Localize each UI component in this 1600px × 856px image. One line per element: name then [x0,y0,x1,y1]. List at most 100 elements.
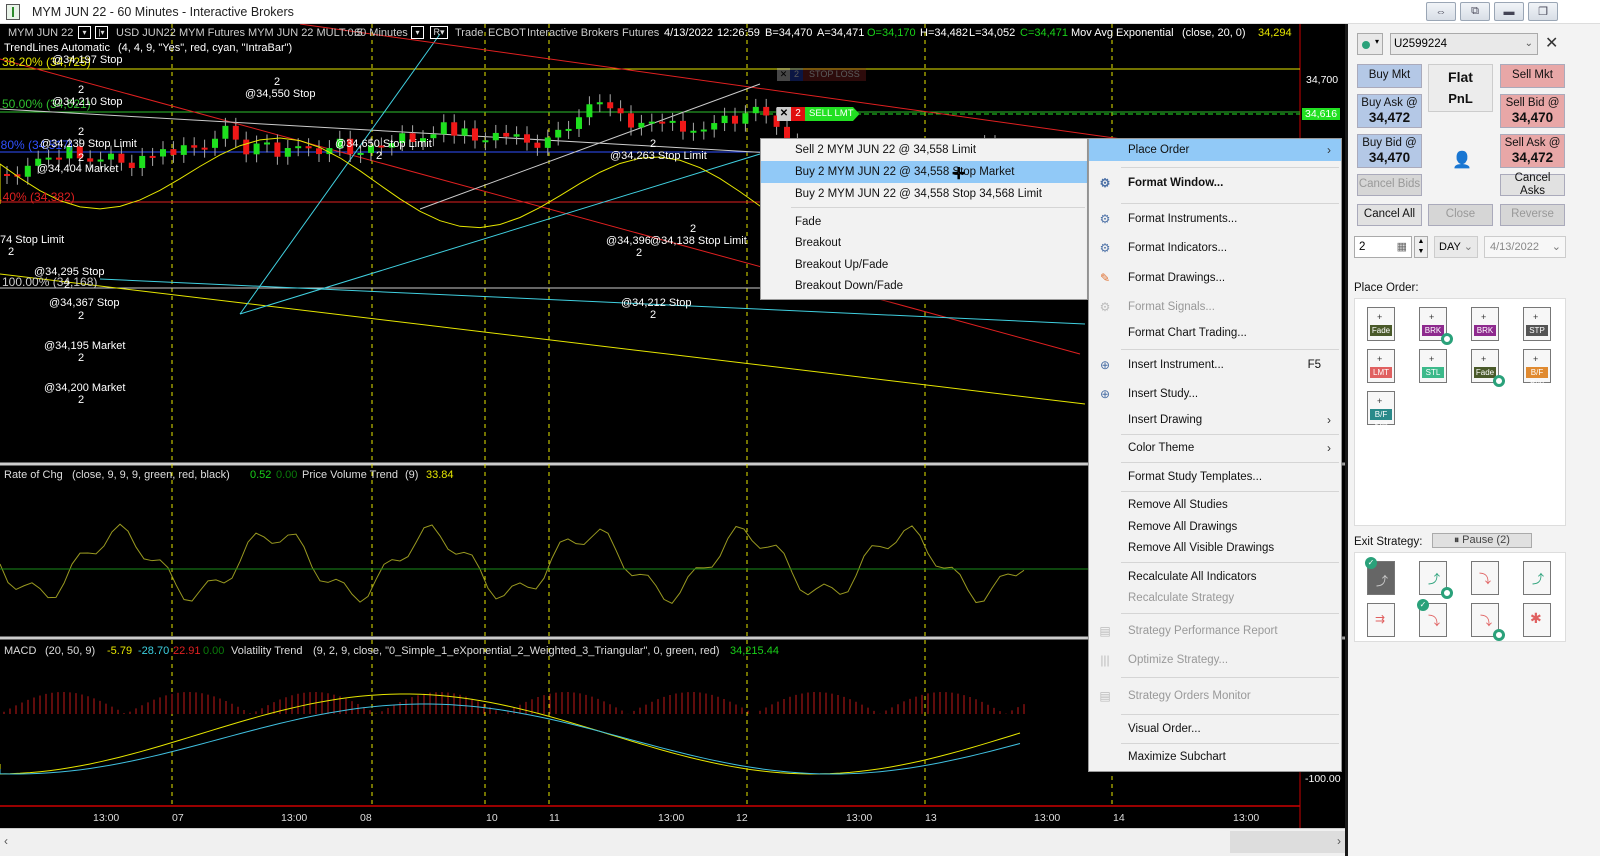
account-select[interactable]: U2599224 ⌄ [1390,33,1538,55]
minimize-button[interactable]: ▬ [1494,2,1524,21]
submenu-item-fade[interactable]: Fade [761,211,1087,233]
price-axis-label: 34,700 [1306,74,1339,86]
order-label[interactable]: @34,367 Stop [49,297,120,309]
trendlines-params: (4, 4, 9, "Yes", red, cyan, "IntraBar") [118,42,293,54]
order-label[interactable]: @34,239 Stop Limit [40,138,137,150]
exit-strategy-icon[interactable]: ✱ [1523,603,1551,637]
close-panel-icon[interactable]: ✕ [1545,33,1558,53]
detach-button[interactable]: ⧉ [1460,2,1490,21]
menu-item-remove-all-drawings[interactable]: Remove All Drawings [1089,516,1341,538]
menu-item-insert-instrument[interactable]: ⊕ Insert Instrument... F5 [1089,354,1341,376]
r-button[interactable]: R▾ [430,26,448,39]
menu-item-place-order[interactable]: Place Order › [1089,139,1341,161]
close-position-button[interactable]: Close [1428,204,1493,226]
menu-item-remove-all-visible-drawings[interactable]: Remove All Visible Drawings [1089,537,1341,559]
stop-loss-close-icon[interactable]: ✕ [777,68,790,81]
place-order-strategy-icon[interactable]: + LMT [1367,349,1395,383]
menu-item-recalculate-strategy[interactable]: Recalculate Strategy [1089,587,1341,609]
menu-item-strategy-performance-report[interactable]: ▤ Strategy Performance Report [1089,620,1341,642]
sell-ask-button[interactable]: Sell Ask @34,472 [1500,134,1565,168]
menu-item-format-drawings[interactable]: ✎ Format Drawings... [1089,267,1341,289]
status-dropdown[interactable]: ▾ [1357,33,1383,55]
pause-button[interactable]: ⏸ Pause (2) [1432,533,1532,548]
exit-strategy-icon[interactable]: ⇉ [1367,603,1395,637]
symbol-dropdown[interactable]: ▾ [78,26,91,39]
menu-item-format-study-templates[interactable]: Format Study Templates... [1089,466,1341,488]
user-icon[interactable]: 👤 [1452,150,1472,170]
sell-lmt-close-icon[interactable]: ✕ [777,107,791,121]
place-order-strategy-icon[interactable]: + B/F Sell [1367,391,1395,430]
submenu-item-breakout[interactable]: Breakout [761,232,1087,254]
sell-lmt-tag[interactable]: ✕ 2 SELL LMT [777,107,860,121]
scrollbar-thumb[interactable] [1230,831,1345,853]
tif-select[interactable]: DAY ⌄ [1434,236,1478,258]
submenu-item-breakout-up-fade[interactable]: Breakout Up/Fade [761,254,1087,276]
roc-params: (close, 9, 9, 9, green, red, black) [72,469,230,481]
sell-mkt-button[interactable]: Sell Mkt [1500,64,1565,88]
maximize-button[interactable]: ❐ [1528,2,1558,21]
order-label[interactable]: @34,197 Stop [52,54,123,66]
order-label[interactable]: @34,404 Market [37,163,119,175]
order-label[interactable]: @34,396 [606,235,651,247]
menu-item-format-indicators[interactable]: ⚙ Format Indicators... [1089,237,1341,259]
menu-item-visual-order[interactable]: Visual Order... [1089,718,1341,740]
order-label[interactable]: @34,263 Stop Limit [610,150,707,162]
buy-ask-button[interactable]: Buy Ask @34,472 [1357,94,1422,128]
menu-item-maximize-subchart[interactable]: Maximize Subchart [1089,746,1341,768]
place-order-strategy-icon[interactable]: + BRK [1471,307,1499,341]
order-label[interactable]: @34,212 Stop [621,297,692,309]
order-label[interactable]: @34,195 Market [44,340,126,352]
menu-item-format-chart-trading[interactable]: Format Chart Trading... [1089,322,1341,344]
order-label[interactable]: @34,295 Stop [34,266,105,278]
place-order-strategy-icon[interactable]: + B/F Buy [1523,349,1551,388]
scroll-left-icon[interactable]: ‹ [4,834,8,848]
submenu-item-buy-stop-limit[interactable]: Buy 2 MYM JUN 22 @ 34,558 Stop 34,568 Li… [761,183,1087,205]
horizontal-scrollbar[interactable]: ‹ › [0,828,1345,856]
menu-item-color-theme[interactable]: Color Theme › [1089,437,1341,459]
cancel-all-button[interactable]: Cancel All [1357,204,1422,226]
calculator-icon[interactable]: ▦ [1397,237,1407,257]
exit-strategy-icon[interactable]: ⤴ [1523,561,1551,595]
menu-item-recalculate-all-indicators[interactable]: Recalculate All Indicators [1089,566,1341,588]
order-label[interactable]: @34,650 Stop Limit [335,138,432,150]
buy-mkt-button[interactable]: Buy Mkt [1357,64,1422,88]
candle-body [295,146,302,149]
submenu-item-sell-limit[interactable]: Sell 2 MYM JUN 22 @ 34,558 Limit [761,139,1087,161]
buy-bid-button[interactable]: Buy Bid @34,470 [1357,134,1422,168]
order-label[interactable]: @34,210 Stop [52,96,123,108]
menu-item-format-instruments[interactable]: ⚙ Format Instruments... [1089,208,1341,230]
menu-item-insert-drawing[interactable]: Insert Drawing › [1089,409,1341,431]
menu-item-optimize-strategy[interactable]: ||| Optimize Strategy... [1089,649,1341,671]
order-label[interactable]: @34,138 Stop Limit [650,235,747,247]
sell-bid-button[interactable]: Sell Bid @34,470 [1500,94,1565,128]
order-label[interactable]: 74 Stop Limit [0,234,64,246]
place-order-strategy-icon[interactable]: + Fade [1367,307,1395,341]
place-order-strategy-icon[interactable]: + STP [1523,307,1551,341]
submenu-item-breakout-down-fade[interactable]: Breakout Down/Fade [761,275,1087,297]
interval-dropdown[interactable]: ▾ [411,26,424,39]
exit-strategy-icon[interactable]: ⤵ [1471,561,1499,595]
menu-item-remove-all-studies[interactable]: Remove All Studies [1089,494,1341,516]
candle-body [669,120,676,123]
macd-value-2: -28.70 [138,645,170,657]
symbol-options-button[interactable]: |▾ [95,26,108,39]
candle-body [607,102,614,109]
submenu-item-buy-stop-market[interactable]: Buy 2 MYM JUN 22 @ 34,558 Stop Market [761,161,1087,183]
date-picker[interactable]: 4/13/2022 ⌄ [1484,236,1566,258]
cancel-asks-button[interactable]: Cancel Asks [1500,172,1565,197]
quantity-stepper[interactable]: ▲ ▼ [1414,236,1428,258]
quantity-input[interactable]: 2 ▦ [1354,236,1412,258]
order-label[interactable]: @34,550 Stop [245,88,316,100]
menu-item-format-window[interactable]: ⚙ Format Window... [1089,172,1341,194]
order-label[interactable]: @34,200 Market [44,382,126,394]
menu-item-strategy-orders-monitor[interactable]: ▤ Strategy Orders Monitor [1089,685,1341,707]
pin-button[interactable]: ⇔ [1426,2,1456,21]
stop-loss-tag[interactable]: ✕ 2 STOP LOSS [777,68,866,81]
cancel-bids-button[interactable]: Cancel Bids [1357,174,1422,196]
reverse-button[interactable]: Reverse [1500,204,1565,226]
scroll-right-icon[interactable]: › [1337,834,1341,848]
roc-label: Rate of Chg [4,469,63,481]
place-order-strategy-icon[interactable]: + STL [1419,349,1447,383]
menu-item-insert-study[interactable]: ⊕ Insert Study... [1089,383,1341,405]
menu-item-format-signals[interactable]: ⚙ Format Signals... [1089,296,1341,318]
